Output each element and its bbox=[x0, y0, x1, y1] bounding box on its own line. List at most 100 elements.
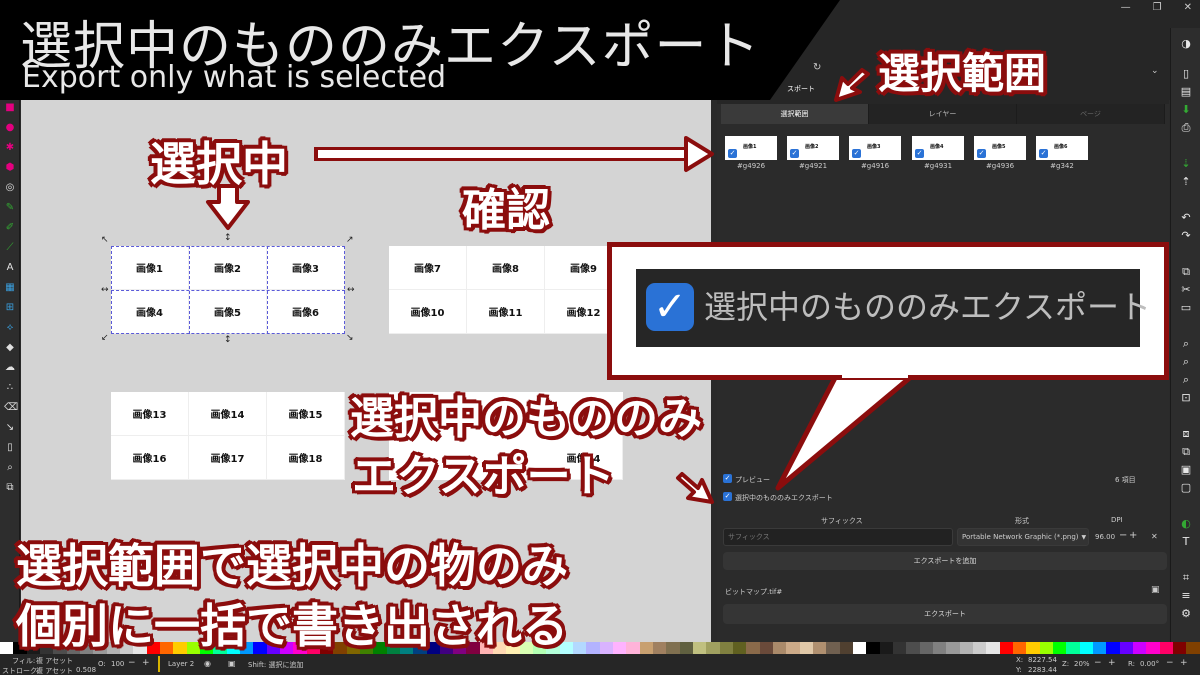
lock-icon[interactable]: ▣ bbox=[228, 659, 236, 668]
zoom-in-icon[interactable]: + bbox=[1108, 658, 1116, 668]
filename-field[interactable]: ビットマップ.tif# bbox=[725, 587, 782, 597]
scale-handle-icon[interactable]: ↔ bbox=[101, 286, 109, 295]
image-cell[interactable]: 画像16 bbox=[111, 436, 189, 480]
tab-layer[interactable]: レイヤー bbox=[869, 104, 1017, 124]
minimize-icon[interactable]: — bbox=[1121, 2, 1131, 13]
plus-icon[interactable]: + bbox=[1129, 530, 1137, 541]
image-cell[interactable]: 画像17 bbox=[189, 436, 267, 480]
panel-tab-export[interactable]: スポート bbox=[787, 84, 815, 94]
clone-tool-icon[interactable]: ⧉ bbox=[4, 482, 16, 494]
color-swatch[interactable] bbox=[573, 642, 587, 654]
check-icon[interactable]: ✓ bbox=[1039, 149, 1048, 158]
calligraphy-tool-icon[interactable]: ⟋ bbox=[4, 242, 16, 254]
zoom-tool-icon[interactable]: ⌕ bbox=[4, 462, 16, 474]
zoom-fit-icon[interactable]: ⊡ bbox=[1180, 392, 1192, 404]
color-swatch[interactable] bbox=[959, 642, 973, 654]
color-swatch[interactable] bbox=[1106, 642, 1120, 654]
undo-icon[interactable]: ↶ bbox=[1180, 212, 1192, 224]
check-icon[interactable]: ✓ bbox=[728, 149, 737, 158]
cut-icon[interactable]: ✂ bbox=[1180, 284, 1192, 296]
only-selected-checkbox[interactable]: ✓ bbox=[723, 492, 732, 501]
maximize-icon[interactable]: ❐ bbox=[1153, 2, 1162, 13]
image-cell[interactable]: 画像18 bbox=[267, 436, 345, 480]
zoom-drawing-icon[interactable]: ⌕ bbox=[1180, 356, 1192, 368]
opacity-value[interactable]: 100 bbox=[111, 660, 124, 668]
check-icon[interactable]: ✓ bbox=[790, 149, 799, 158]
color-swatch[interactable] bbox=[679, 642, 694, 654]
copy-icon[interactable]: ⧉ bbox=[1180, 266, 1192, 278]
zoom-value[interactable]: 20% bbox=[1074, 660, 1090, 668]
star-tool-icon[interactable]: ✱ bbox=[4, 142, 16, 154]
color-swatch[interactable] bbox=[586, 642, 600, 654]
color-swatch[interactable] bbox=[733, 642, 747, 654]
print-icon[interactable]: ⎙ bbox=[1180, 122, 1192, 134]
color-swatch[interactable] bbox=[0, 642, 14, 654]
tweak-tool-icon[interactable]: ☁ bbox=[4, 362, 16, 374]
pen-tool-icon[interactable]: ✎ bbox=[4, 202, 16, 214]
color-swatch[interactable] bbox=[932, 642, 947, 654]
color-swatch[interactable] bbox=[746, 642, 760, 654]
image-cell[interactable]: 画像10 bbox=[389, 290, 467, 334]
color-swatch[interactable] bbox=[826, 642, 840, 654]
scale-handle-icon[interactable]: ↘ bbox=[346, 334, 354, 343]
color-swatch[interactable] bbox=[866, 642, 880, 654]
scale-handle-icon[interactable]: ↖ bbox=[101, 236, 109, 245]
suffix-input[interactable]: サフィックス bbox=[723, 528, 953, 546]
chevron-down-icon[interactable]: ⌄ bbox=[1151, 66, 1159, 76]
color-swatch[interactable] bbox=[1039, 642, 1053, 654]
fill-stroke-icon[interactable]: ◐ bbox=[1180, 518, 1192, 530]
image-group-b[interactable]: 画像7 画像8 画像9 画像10 画像11 画像12 bbox=[389, 246, 623, 334]
spiral-tool-icon[interactable]: ◎ bbox=[4, 182, 16, 194]
color-swatch[interactable] bbox=[839, 642, 853, 654]
save-icon[interactable]: ⬇ bbox=[1180, 104, 1192, 116]
paste-icon[interactable]: ▭ bbox=[1180, 302, 1192, 314]
color-swatch[interactable] bbox=[972, 642, 987, 654]
color-swatch[interactable] bbox=[879, 642, 893, 654]
stroke-value[interactable]: 複 アセット bbox=[36, 666, 73, 675]
color-swatch[interactable] bbox=[1146, 642, 1160, 654]
redo-icon[interactable]: ↷ bbox=[1180, 230, 1192, 242]
minus-icon[interactable]: − bbox=[1119, 530, 1127, 541]
color-swatch[interactable] bbox=[799, 642, 814, 654]
snap-toggle-icon[interactable]: ◑ bbox=[1180, 38, 1192, 50]
color-swatch[interactable] bbox=[1066, 642, 1080, 654]
color-swatch[interactable] bbox=[599, 642, 614, 654]
color-swatch[interactable] bbox=[1026, 642, 1040, 654]
folder-icon[interactable]: ▣ bbox=[1151, 585, 1160, 595]
tab-selection[interactable]: 選択範囲 bbox=[721, 104, 869, 124]
ungroup-icon[interactable]: ▢ bbox=[1180, 482, 1192, 494]
zoom-selection-icon[interactable]: ⌕ bbox=[1180, 338, 1192, 350]
dpi-value[interactable]: 96.00 bbox=[1095, 533, 1115, 541]
color-swatch[interactable] bbox=[813, 642, 827, 654]
scale-handle-icon[interactable]: ↗ bbox=[346, 236, 354, 245]
import-icon[interactable]: ⇣ bbox=[1180, 158, 1192, 170]
stroke-width[interactable]: 0.508 bbox=[76, 666, 96, 674]
check-icon[interactable]: ✓ bbox=[852, 149, 861, 158]
align-icon[interactable]: ≡ bbox=[1180, 590, 1192, 602]
color-swatch[interactable] bbox=[1119, 642, 1133, 654]
color-swatch[interactable] bbox=[773, 642, 787, 654]
paint-bucket-tool-icon[interactable]: ◆ bbox=[4, 342, 16, 354]
preview-checkbox[interactable]: ✓ bbox=[723, 474, 732, 483]
color-swatch[interactable] bbox=[706, 642, 720, 654]
color-swatch[interactable] bbox=[1052, 642, 1067, 654]
group-icon[interactable]: ▣ bbox=[1180, 464, 1192, 476]
export-thumb[interactable]: 画像6 ✓ #g342 bbox=[1036, 136, 1088, 170]
export-thumb[interactable]: 画像5 ✓ #g4936 bbox=[974, 136, 1026, 170]
preferences-icon[interactable]: ⚙ bbox=[1180, 608, 1192, 620]
color-swatch[interactable] bbox=[653, 642, 667, 654]
minus-icon[interactable]: − bbox=[128, 658, 136, 668]
spray-tool-icon[interactable]: ∴ bbox=[4, 382, 16, 394]
image-cell[interactable]: 画像13 bbox=[111, 392, 189, 436]
image-cell[interactable]: 画像11 bbox=[467, 290, 545, 334]
color-swatch[interactable] bbox=[1012, 642, 1027, 654]
add-export-button[interactable]: エクスポートを追加 bbox=[723, 552, 1167, 570]
text-font-icon[interactable]: T bbox=[1180, 536, 1192, 548]
xml-editor-icon[interactable]: ⌗ bbox=[1180, 572, 1192, 584]
scale-handle-icon[interactable]: ↕ bbox=[224, 234, 232, 243]
export-icon[interactable]: ⇡ bbox=[1180, 176, 1192, 188]
open-document-icon[interactable]: ▤ bbox=[1180, 86, 1192, 98]
mesh-tool-icon[interactable]: ⊞ bbox=[4, 302, 16, 314]
rotate-increase-icon[interactable]: + bbox=[1180, 658, 1188, 668]
color-swatch[interactable] bbox=[666, 642, 680, 654]
